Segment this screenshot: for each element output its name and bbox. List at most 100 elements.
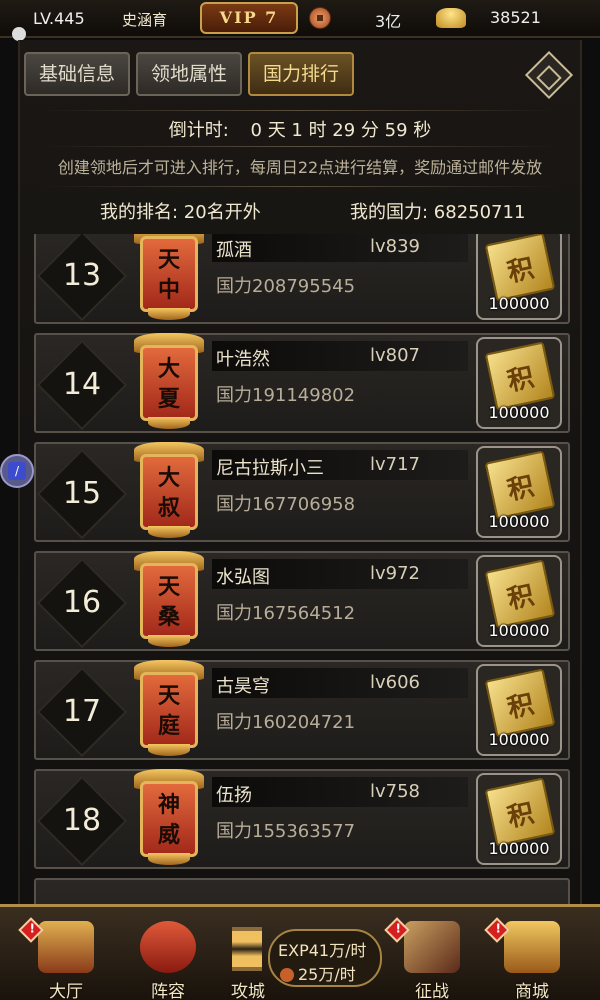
player-name: 伍扬 (216, 785, 252, 806)
countdown-label: 倒计时: (168, 120, 229, 141)
divider (40, 146, 560, 147)
ranking-row[interactable]: 15 大 叔 尼古拉斯小三 lv717 国力167706958 积 100000 (34, 442, 570, 542)
guild-banner-icon: 天 桑 (130, 551, 208, 649)
banner-char: 大 (157, 465, 180, 491)
my-rank: 我的排名: 20名开外 (100, 202, 261, 223)
points-scroll-icon: 积 (484, 450, 556, 520)
player-name: 叶浩然 (216, 349, 270, 370)
exp-rate: EXP41万/时 (278, 941, 367, 960)
player-name: 尼古拉斯小三 (216, 458, 324, 479)
idle-income-box[interactable]: EXP41万/时 25万/时 (268, 929, 382, 987)
sword-icon (404, 921, 460, 973)
gold-ingot-icon[interactable] (436, 8, 466, 28)
reward-quantity: 100000 (488, 512, 550, 531)
ranking-list[interactable]: 13 天 中 孤酒 lv839 国力208795545 积 100000 14 … (34, 234, 570, 910)
player-power: 国力208795545 (216, 276, 356, 297)
banner-char: 桑 (157, 604, 180, 630)
banner-char: 威 (157, 822, 180, 848)
tab-power-ranking[interactable]: 国力排行 (248, 52, 354, 96)
my-power: 我的国力: 68250711 (350, 202, 526, 223)
ranking-notice: 创建领地后才可进入排行，每周日22点进行结算，奖励通过邮件发放 (57, 158, 543, 177)
ingot-amount: 38521 (490, 8, 541, 27)
player-power: 国力155363577 (216, 821, 356, 842)
player-power: 国力167564512 (216, 603, 356, 624)
team-banner-icon (140, 921, 196, 973)
tab-bar: 基础信息 领地属性 国力排行 (24, 52, 354, 98)
player-power: 国力191149802 (216, 385, 356, 406)
player-level: LV.445 (33, 9, 85, 28)
copper-coin-icon (280, 968, 294, 982)
guild-banner-icon: 神 威 (130, 769, 208, 867)
points-scroll-icon: 积 (484, 559, 556, 629)
banner-char: 叔 (157, 495, 180, 521)
nav-hall[interactable]: 大厅 (18, 917, 114, 1000)
points-scroll-icon: 积 (484, 668, 556, 738)
banner-char: 天 (157, 574, 180, 600)
banner-char: 天 (157, 247, 180, 273)
player-name: 水弘图 (216, 567, 270, 588)
ranking-row[interactable]: 17 天 庭 古昊穹 lv606 国力160204721 积 100000 (34, 660, 570, 760)
reward-quantity: 100000 (488, 621, 550, 640)
tab-territory-attributes[interactable]: 领地属性 (136, 52, 242, 96)
ranking-row[interactable]: 18 神 威 伍扬 lv758 国力155363577 积 100000 (34, 769, 570, 869)
bottom-nav: 大厅 阵容 攻城 EXP41万/时 25万/时 征战 商城 (0, 904, 600, 1000)
divider (40, 186, 560, 187)
diamond-menu-icon[interactable] (524, 50, 574, 100)
banner-char: 大 (157, 356, 180, 382)
rank-number: 18 (62, 803, 102, 838)
nav-shop[interactable]: 商城 (484, 917, 580, 1000)
floating-edit-icon[interactable]: / (0, 454, 34, 488)
palace-icon (38, 921, 94, 973)
guild-banner-icon: 天 庭 (130, 660, 208, 758)
rank-number: 17 (62, 694, 102, 729)
player-name: 古昊穹 (216, 676, 270, 697)
reward-item[interactable]: 积 100000 (476, 234, 562, 320)
player-name: 史涵育 (122, 11, 168, 29)
reward-item[interactable]: 积 100000 (476, 337, 562, 429)
ranking-panel: 基础信息 领地属性 国力排行 倒计时: 0 天 1 时 29 分 59 秒 创建… (18, 40, 582, 912)
player-level: lv758 (370, 781, 421, 802)
rank-number: 14 (62, 367, 102, 402)
points-scroll-icon: 积 (484, 777, 556, 847)
reward-quantity: 100000 (488, 403, 550, 422)
banner-char: 神 (157, 792, 180, 818)
coin-rate: 25万/时 (280, 961, 356, 985)
player-name: 孤酒 (216, 240, 252, 261)
coin-amount: 3亿 (375, 12, 402, 31)
banner-char: 庭 (157, 713, 180, 739)
reward-item[interactable]: 积 100000 (476, 773, 562, 865)
rank-number: 16 (62, 585, 102, 620)
ranking-row[interactable]: 13 天 中 孤酒 lv839 国力208795545 积 100000 (34, 234, 570, 324)
countdown-value: 0 天 1 时 29 分 59 秒 (250, 120, 432, 141)
nav-campaign[interactable]: 征战 (384, 917, 480, 1000)
player-level: lv839 (370, 236, 421, 257)
points-scroll-icon: 积 (484, 341, 556, 411)
tab-basic-info[interactable]: 基础信息 (24, 52, 130, 96)
guild-banner-icon: 大 叔 (130, 442, 208, 540)
reward-item[interactable]: 积 100000 (476, 664, 562, 756)
vip-badge[interactable]: VIP 7 (200, 2, 298, 34)
ranking-info: 倒计时: 0 天 1 时 29 分 59 秒 创建领地后才可进入排行，每周日22… (20, 110, 580, 230)
banner-char: 夏 (157, 386, 180, 412)
reward-item[interactable]: 积 100000 (476, 446, 562, 538)
rank-number: 13 (62, 258, 102, 293)
divider (40, 110, 560, 111)
player-power: 国力160204721 (216, 712, 356, 733)
countdown: 倒计时: 0 天 1 时 29 分 59 秒 (20, 116, 580, 142)
copper-coin-icon (309, 7, 331, 29)
guild-banner-icon: 天 中 (130, 234, 208, 322)
ranking-row[interactable]: 14 大 夏 叶浩然 lv807 国力191149802 积 100000 (34, 333, 570, 433)
player-level: lv717 (370, 454, 421, 475)
top-status-bar: LV.445 史涵育 VIP 7 3亿 38521 (0, 0, 600, 38)
hourglass-icon (232, 927, 262, 971)
ranking-row[interactable]: 16 天 桑 水弘图 lv972 国力167564512 积 100000 (34, 551, 570, 651)
reward-quantity: 100000 (488, 730, 550, 749)
guild-banner-icon: 大 夏 (130, 333, 208, 431)
player-level: lv972 (370, 563, 421, 584)
rank-number: 15 (62, 476, 102, 511)
player-level: lv606 (370, 672, 421, 693)
reward-item[interactable]: 积 100000 (476, 555, 562, 647)
reward-quantity: 100000 (488, 294, 550, 313)
player-power: 国力167706958 (216, 494, 356, 515)
banner-char: 天 (157, 683, 180, 709)
